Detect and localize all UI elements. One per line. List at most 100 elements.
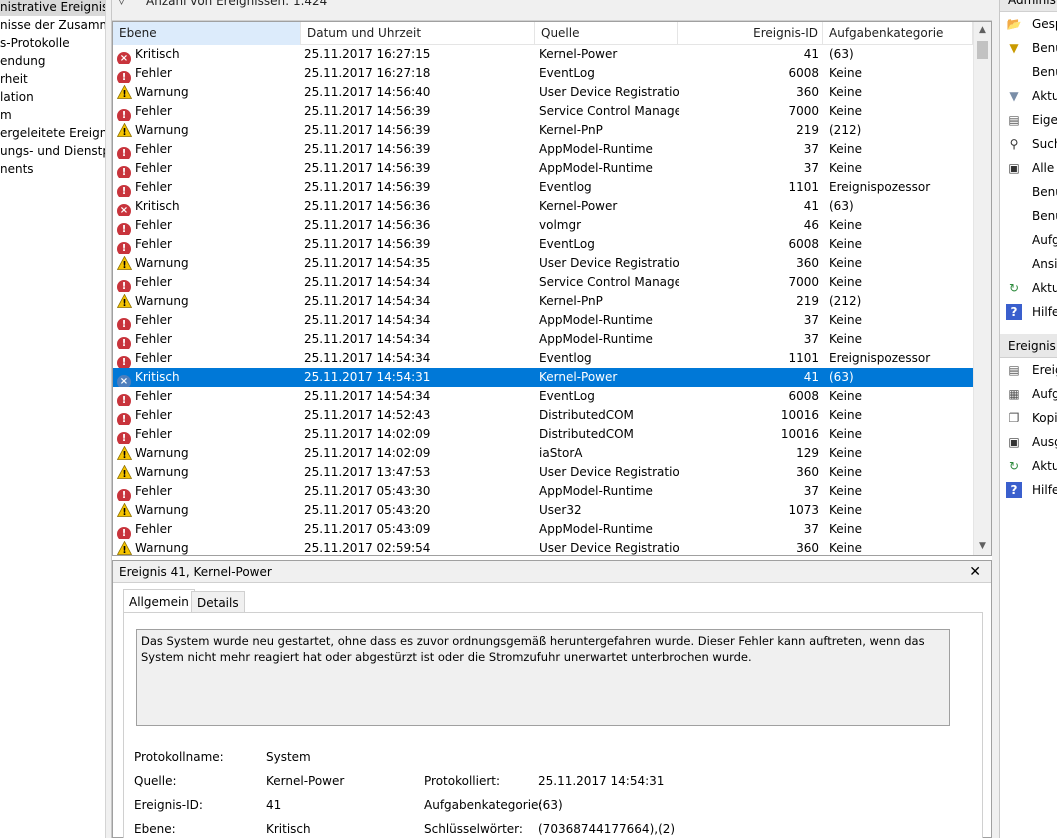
table-row[interactable]: ! Fehler 25.11.2017 14:52:43 DistributedCOM…	[113, 406, 973, 425]
table-row[interactable]: ! Fehler 25.11.2017 14:54:34 AppModel-Runti…	[113, 330, 973, 349]
table-row[interactable]: ! Fehler 25.11.2017 14:54:34 Eventlog 1101 Er…	[113, 349, 973, 368]
cell-source: AppModel-Runtime	[539, 522, 653, 536]
action-item[interactable]: ▤ Eiger	[1000, 108, 1057, 132]
error-icon: !	[117, 318, 131, 330]
table-row[interactable]: ! Fehler 25.11.2017 14:56:39 AppModel-Runti…	[113, 159, 973, 178]
column-header-ebene[interactable]: Ebene	[113, 22, 301, 45]
tree-item[interactable]: rheit	[0, 70, 105, 88]
warning-icon: !	[117, 123, 132, 137]
table-row[interactable]: ! Fehler 25.11.2017 14:02:09 DistributedCOM…	[113, 425, 973, 444]
critical-icon: ×	[117, 52, 131, 64]
table-row[interactable]: ! Warnung 25.11.2017 05:43:20 User32 1073 Kei…	[113, 501, 973, 520]
tree-item[interactable]: nistrative Ereignisse	[0, 0, 105, 16]
scroll-down-icon[interactable]: ▼	[974, 538, 991, 555]
event-description[interactable]: Das System wurde neu gestartet, ohne das…	[136, 629, 950, 726]
action-item[interactable]: 📂 Gesp	[1000, 12, 1057, 36]
table-row[interactable]: ! Fehler 25.11.2017 05:43:30 AppModel-Runti…	[113, 482, 973, 501]
table-row[interactable]: ! Warnung 25.11.2017 14:56:39 Kernel-PnP 219…	[113, 121, 973, 140]
table-row[interactable]: ! Warnung 25.11.2017 14:54:34 Kernel-PnP 219…	[113, 292, 973, 311]
table-row[interactable]: ! Fehler 25.11.2017 14:56:39 Service Contro…	[113, 102, 973, 121]
action-item[interactable]: ▦ Aufg	[1000, 382, 1057, 406]
action-item[interactable]: Benu	[1000, 180, 1057, 204]
action-item[interactable]: ▣ Ausg	[1000, 430, 1057, 454]
vertical-scrollbar[interactable]: ▲ ▼	[973, 22, 991, 555]
svg-text:!: !	[122, 545, 126, 555]
cell-level: ! Fehler	[117, 273, 301, 292]
table-row[interactable]: ! Warnung 25.11.2017 14:54:35 User Device R…	[113, 254, 973, 273]
table-row[interactable]: ! Warnung 25.11.2017 02:59:54 User Device R…	[113, 539, 973, 555]
table-row[interactable]: ! Fehler 25.11.2017 05:43:09 AppModel-Runti…	[113, 520, 973, 539]
actions-section-header[interactable]: Ereignis 4	[1000, 334, 1057, 358]
error-icon: !	[117, 356, 131, 368]
action-label: Benu	[1032, 65, 1057, 79]
tree-item[interactable]: s-Protokolle	[0, 34, 105, 52]
action-item[interactable]: ▼ Benu	[1000, 36, 1057, 60]
action-item[interactable]: ▤ Ereig	[1000, 358, 1057, 382]
tab-allgemein[interactable]: Allgemein	[123, 589, 195, 613]
cell-category: Keine	[829, 256, 862, 270]
action-item[interactable]: ▼ Aktu	[1000, 84, 1057, 108]
right-splitter[interactable]	[992, 0, 1000, 838]
action-item[interactable]: ⚲ Such	[1000, 132, 1057, 156]
action-item[interactable]: ↻ Aktu	[1000, 276, 1057, 300]
action-label: Aktu	[1032, 281, 1057, 295]
action-item[interactable]: Ansic	[1000, 252, 1057, 276]
cell-event-id: 7000	[788, 104, 819, 118]
cell-source: AppModel-Runtime	[539, 313, 653, 327]
column-header-aufgabenkategorie[interactable]: Aufgabenkategorie	[823, 22, 973, 45]
cell-level: ! Fehler	[117, 311, 301, 330]
table-row[interactable]: ! Fehler 25.11.2017 14:56:39 EventLog 6008 Ke…	[113, 235, 973, 254]
column-header-datum[interactable]: Datum und Uhrzeit	[301, 22, 535, 45]
table-row[interactable]: ! Fehler 25.11.2017 14:56:39 Eventlog 1101 Er…	[113, 178, 973, 197]
action-item[interactable]: Benu	[1000, 204, 1057, 228]
table-row[interactable]: ! Fehler 25.11.2017 14:56:36 volmgr 46 Keine	[113, 216, 973, 235]
cell-date: 25.11.2017 02:59:54	[304, 541, 431, 555]
scroll-up-icon[interactable]: ▲	[974, 22, 991, 39]
table-row[interactable]: ! Fehler 25.11.2017 14:56:39 AppModel-Runti…	[113, 140, 973, 159]
table-row[interactable]: ! Fehler 25.11.2017 14:54:34 Service Contro…	[113, 273, 973, 292]
action-item[interactable]: Aufg	[1000, 228, 1057, 252]
action-item[interactable]: ❐ Kopi	[1000, 406, 1057, 430]
cell-category: (212)	[829, 123, 862, 137]
table-row[interactable]: ! Fehler 25.11.2017 16:27:18 EventLog 6008 Ke…	[113, 64, 973, 83]
prop-aufgabenkategorie-label: Aufgabenkategorie:	[424, 798, 543, 812]
table-row[interactable]: ! Warnung 25.11.2017 14:02:09 iaStorA 129 Kei…	[113, 444, 973, 463]
error-icon: !	[117, 527, 131, 539]
close-icon[interactable]: ✕	[969, 563, 981, 581]
table-row[interactable]: × Kritisch 25.11.2017 14:56:36 Kernel-Power…	[113, 197, 973, 216]
action-item[interactable]: ▣ Alle I	[1000, 156, 1057, 180]
cell-category: (63)	[829, 199, 854, 213]
action-item[interactable]: ↻ Aktu	[1000, 454, 1057, 478]
tree-item[interactable]: nents	[0, 160, 105, 178]
table-row[interactable]: ! Warnung 25.11.2017 14:56:40 User Device R…	[113, 83, 973, 102]
prop-ebene-value: Kritisch	[266, 822, 311, 836]
tree-item[interactable]: lation	[0, 88, 105, 106]
tree-item[interactable]: nisse der Zusammen	[0, 16, 105, 34]
cell-event-id: 10016	[780, 408, 819, 422]
tree-item[interactable]: endung	[0, 52, 105, 70]
warning-icon: !	[117, 294, 132, 308]
tree-item[interactable]: ergeleitete Ereignisse	[0, 124, 105, 142]
table-row[interactable]: ! Warnung 25.11.2017 13:47:53 User Device R…	[113, 463, 973, 482]
cell-date: 25.11.2017 14:56:36	[304, 199, 431, 213]
scroll-thumb[interactable]	[977, 41, 988, 59]
table-row[interactable]: ! Fehler 25.11.2017 14:54:34 AppModel-Runti…	[113, 311, 973, 330]
table-row[interactable]: ! Fehler 25.11.2017 14:54:34 EventLog 6008 Ke…	[113, 387, 973, 406]
cell-date: 25.11.2017 14:02:09	[304, 446, 431, 460]
table-row[interactable]: × Kritisch 25.11.2017 14:54:31 Kernel-Power…	[113, 368, 973, 387]
tree-item[interactable]: ungs- und Dienstpro	[0, 142, 105, 160]
event-list[interactable]: Ebene Datum und Uhrzeit Quelle Ereignis-…	[112, 21, 992, 556]
actions-section-header[interactable]: Administ	[1000, 0, 1057, 12]
action-item[interactable]: ? Hilfe	[1000, 300, 1057, 324]
action-item[interactable]: Benu	[1000, 60, 1057, 84]
tab-details[interactable]: Details	[191, 591, 245, 613]
column-header-ereignis-id[interactable]: Ereignis-ID	[678, 22, 823, 45]
action-item[interactable]: ? Hilfe	[1000, 478, 1057, 502]
column-header-quelle[interactable]: Quelle	[535, 22, 678, 45]
tree-item[interactable]: m	[0, 106, 105, 124]
prop-schluesselwoerter-value: (70368744177664),(2)	[538, 822, 676, 836]
cell-event-id: 37	[803, 142, 819, 156]
table-row[interactable]: × Kritisch 25.11.2017 16:27:15 Kernel-Power…	[113, 45, 973, 64]
svg-text:!: !	[122, 89, 126, 99]
cell-event-id: 6008	[788, 389, 819, 403]
